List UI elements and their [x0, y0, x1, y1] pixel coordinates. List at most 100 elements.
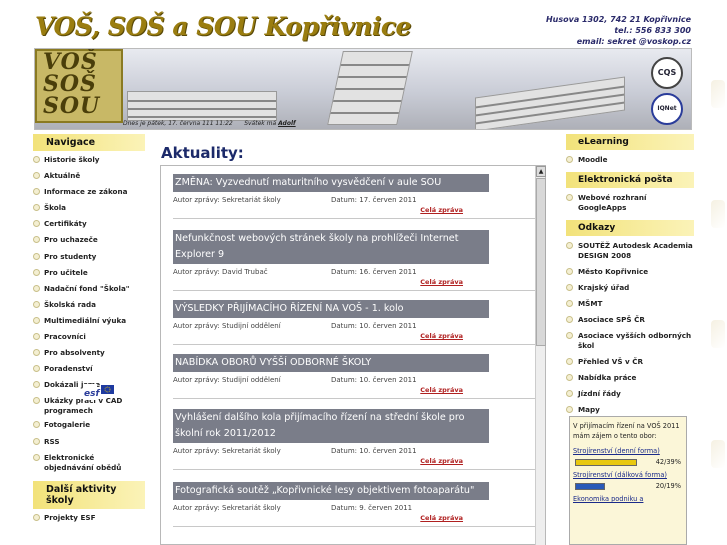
news-title[interactable]: Vyhlášení dalšího kola přijímacího řízen…: [173, 409, 489, 443]
news-author: Studijní oddělení: [222, 376, 281, 384]
read-more-link[interactable]: Celá zpráva: [173, 206, 535, 218]
nav-item[interactable]: Pro studenty: [33, 250, 145, 266]
nav-item[interactable]: Elektronické objednávání obědů: [33, 451, 145, 475]
mail-list: Webové rozhraní GoogleApps: [566, 190, 694, 216]
read-more-link[interactable]: Celá zpráva: [173, 386, 535, 398]
read-more-link[interactable]: Celá zpráva: [173, 278, 535, 290]
nav-item[interactable]: Pracovníci: [33, 330, 145, 346]
news-date: Datum: 10. červen 2011: [331, 376, 417, 384]
nav-item[interactable]: Pro uchazeče: [33, 233, 145, 249]
external-link-label: Asociace vyšších odborných škol: [578, 331, 692, 350]
nav-item[interactable]: Informace ze zákona: [33, 185, 145, 201]
news-title[interactable]: ZMĚNA: Vyzvednutí maturitního vysvědčení…: [173, 174, 489, 192]
author-label: Autor zprávy:: [173, 447, 222, 455]
news-meta: Autor zprávy: Studijní oddělení Datum: 10…: [173, 376, 535, 386]
nameday-label: Svátek má: [244, 120, 277, 127]
external-link[interactable]: SOUTĚŽ Autodesk Academia DESIGN 2008: [566, 238, 694, 264]
school-logo[interactable]: VOŠ SOŠ SOU: [35, 49, 123, 123]
external-link[interactable]: Asociace vyšších odborných škol: [566, 328, 694, 354]
nav-item[interactable]: Certifikáty: [33, 217, 145, 233]
nav-item[interactable]: Historie školy: [33, 153, 145, 169]
news-scrollbar[interactable]: ▲: [535, 166, 546, 545]
date-nameday-line: Dnes je pátek, 17. června 111 11:22 Svát…: [123, 120, 296, 127]
external-link[interactable]: Asociace SPŠ ČR: [566, 312, 694, 328]
news-author: David Trubač: [222, 268, 268, 276]
nav-item-label: RSS: [44, 436, 60, 446]
news-date: Datum: 16. červen 2011: [331, 268, 417, 276]
bullet-icon: [33, 333, 40, 341]
contact-email[interactable]: email: sekret @voskop.cz: [546, 36, 691, 47]
activities-item[interactable]: Projekty ESF: [33, 511, 145, 527]
poll-option-label[interactable]: Strojírenství (dálková forma): [573, 471, 683, 479]
nav-item[interactable]: Pro absolventy: [33, 346, 145, 362]
nav-item-label: Pro absolventy: [44, 348, 105, 358]
date-label: Datum:: [331, 268, 360, 276]
news-meta: Autor zprávy: Sekretariát školy Datum: 9.…: [173, 504, 535, 514]
scroll-up-arrow-icon[interactable]: ▲: [536, 166, 546, 177]
building-image-right: [475, 76, 625, 129]
mail-link-label: Webové rozhraní GoogleApps: [578, 193, 647, 212]
external-link[interactable]: Krajský úřad: [566, 280, 694, 296]
news-title[interactable]: VÝSLEDKY PŘIJÍMACÍHO ŘÍZENÍ NA VOŠ - 1. …: [173, 300, 489, 318]
nav-item[interactable]: Školská rada: [33, 298, 145, 314]
external-link[interactable]: Město Kopřivnice: [566, 264, 694, 280]
nav-item[interactable]: Nadační fond "Škola": [33, 282, 145, 298]
news-item: NABÍDKA OBORŮ VYŠŠÍ ODBORNÉ ŠKOLY Autor z…: [173, 354, 535, 399]
current-date: Dnes je pátek, 17. června 111 11:22: [123, 120, 233, 127]
bullet-icon: [33, 437, 40, 445]
nav-heading-activities: Další aktivity školy: [33, 480, 145, 509]
read-more-link[interactable]: Celá zpráva: [173, 332, 535, 344]
news-author: Studijní oddělení: [222, 322, 281, 330]
news-item: VÝSLEDKY PŘIJÍMACÍHO ŘÍZENÍ NA VOŠ - 1. …: [173, 300, 535, 345]
nav-item[interactable]: Fotogalerie: [33, 418, 145, 434]
poll-box: V přijímacím řízení na VOŠ 2011 mám záje…: [569, 416, 687, 545]
bullet-icon: [33, 156, 40, 163]
poll-result-percent: 42/39%: [655, 458, 681, 466]
date-label: Datum:: [331, 504, 360, 512]
news-title[interactable]: NABÍDKA OBORŮ VYŠŠÍ ODBORNÉ ŠKOLY: [173, 354, 489, 372]
nav-item[interactable]: Pro učitele: [33, 266, 145, 282]
external-link[interactable]: Jízdní řády: [566, 386, 694, 402]
news-meta: Autor zprávy: Studijní oddělení Datum: 10…: [173, 322, 535, 332]
esf-logo-icon[interactable]: esf: [83, 384, 115, 400]
contact-info: Husova 1302, 742 21 Kopřivnice tel.: 556…: [546, 14, 691, 47]
mail-link[interactable]: Webové rozhraní GoogleApps: [566, 190, 694, 216]
bullet-icon: [33, 365, 40, 373]
elearning-link[interactable]: Moodle: [566, 152, 694, 168]
left-navigation: Navigace Historie školy Aktuálně Informace…: [33, 134, 145, 527]
poll-options: Strojírenství (denní forma) 42/39% Strojír…: [573, 447, 683, 503]
author-label: Autor zprávy:: [173, 196, 222, 204]
news-author: Sekretariát školy: [222, 447, 281, 455]
iqnet-certificate-icon[interactable]: IQNet: [651, 93, 683, 125]
nav-item-label: Škola: [44, 203, 67, 213]
bullet-icon: [566, 374, 573, 381]
news-title[interactable]: Fotografická soutěž „Kopřivnické lesy ob…: [173, 482, 489, 500]
svg-text:esf: esf: [84, 389, 100, 399]
bullet-icon: [33, 284, 40, 292]
external-link-label: Mapy: [578, 405, 600, 414]
poll-option-label[interactable]: Strojírenství (denní forma): [573, 447, 683, 455]
news-item: ZMĚNA: Vyzvednutí maturitního vysvědčení…: [173, 174, 535, 219]
nav-item-label: Historie školy: [44, 155, 100, 164]
nav-item[interactable]: Multimediální výuka: [33, 314, 145, 330]
external-link[interactable]: Přehled VŠ v ČR: [566, 354, 694, 370]
bullet-icon: [33, 236, 40, 244]
external-link[interactable]: Nabídka práce: [566, 370, 694, 386]
header: VOŠ, SOŠ a SOU Kopřivnice Husova 1302, 7…: [0, 0, 727, 133]
cqs-certificate-icon[interactable]: CQS: [651, 57, 683, 89]
read-more-link[interactable]: Celá zpráva: [173, 514, 535, 526]
scroll-thumb[interactable]: [536, 178, 546, 346]
nav-item[interactable]: RSS: [33, 435, 145, 451]
external-link-label: Krajský úřad: [578, 283, 630, 292]
nav-item[interactable]: Aktuálně: [33, 169, 145, 185]
external-link[interactable]: MŠMT: [566, 296, 694, 312]
news-title[interactable]: Nefunkčnost webových stránek školy na pr…: [173, 230, 489, 264]
nav-item[interactable]: Škola: [33, 201, 145, 217]
poll-question: V přijímacím řízení na VOŠ 2011 mám záje…: [573, 422, 680, 440]
read-more-link[interactable]: Celá zpráva: [173, 457, 535, 469]
site-title[interactable]: VOŠ, SOŠ a SOU Kopřivnice: [35, 12, 411, 41]
author-label: Autor zprávy:: [173, 376, 222, 384]
poll-option-label[interactable]: Ekonomika podniku a: [573, 495, 683, 503]
nav-item[interactable]: Poradenství: [33, 362, 145, 378]
news-date: Datum: 10. červen 2011: [331, 447, 417, 455]
